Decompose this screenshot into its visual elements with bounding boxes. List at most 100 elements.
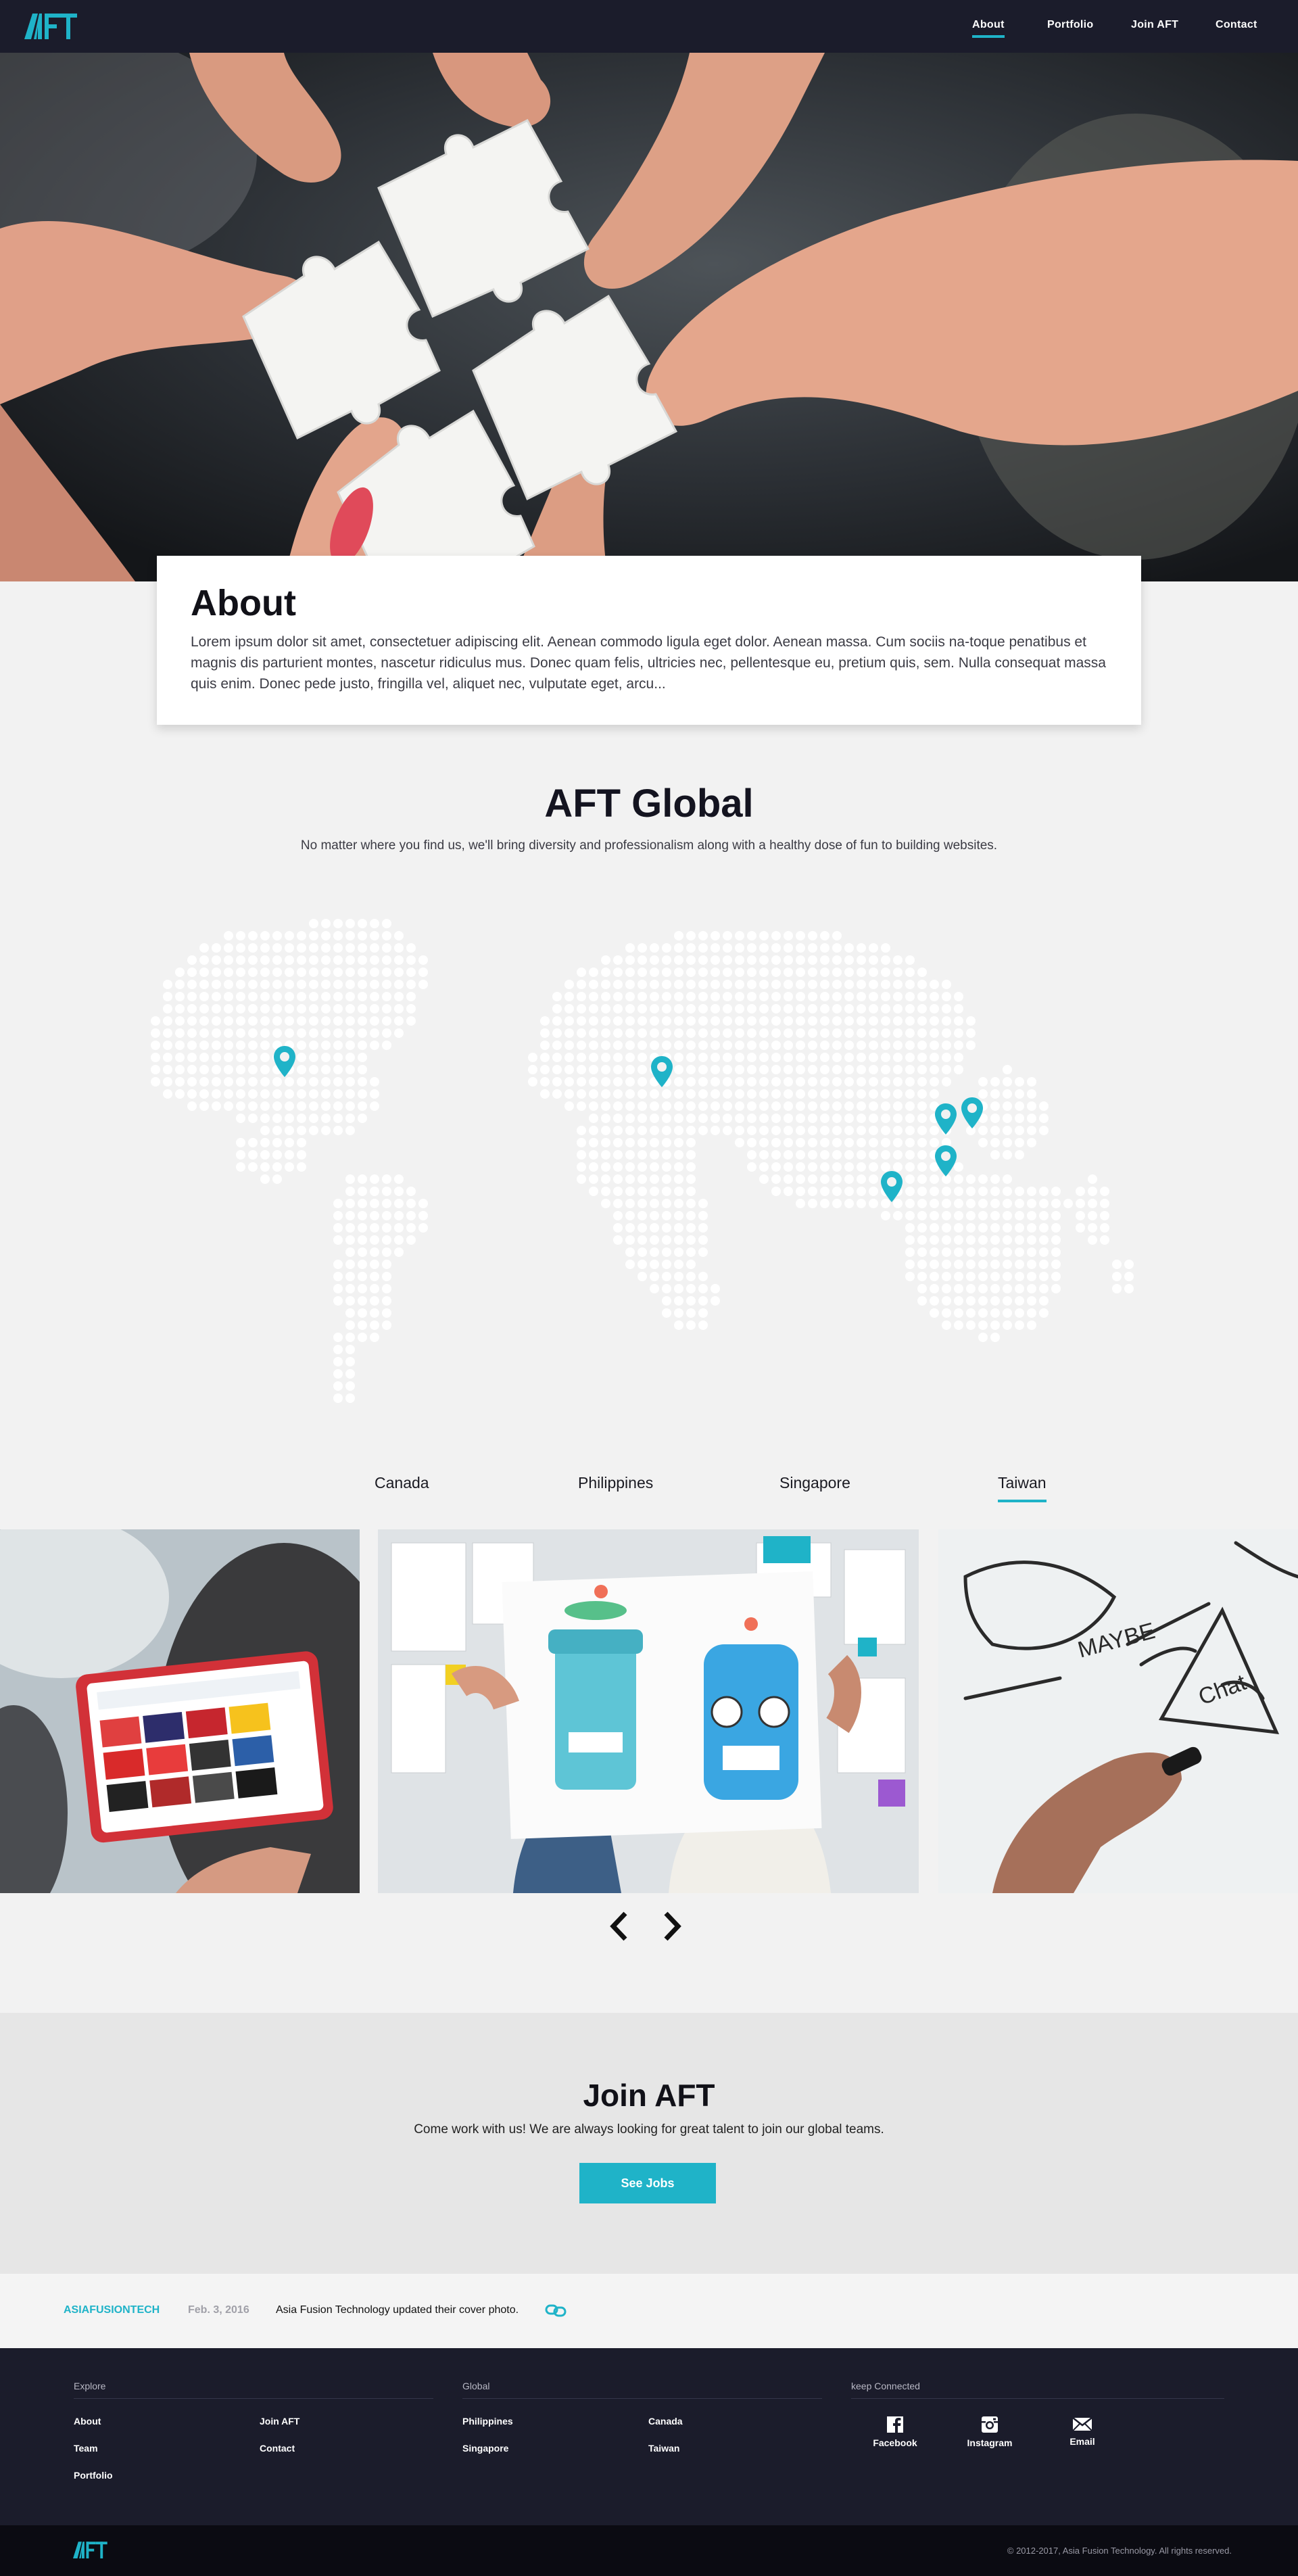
map-dot	[771, 1101, 781, 1111]
carousel-next-arrow-icon[interactable]	[659, 1911, 683, 1942]
nav-contact[interactable]: Contact	[1216, 19, 1257, 31]
map-dot	[199, 1016, 209, 1026]
map-dot	[1027, 1089, 1036, 1099]
aft-logo-footer[interactable]	[73, 2539, 108, 2560]
map-dot	[564, 1041, 574, 1050]
map-dot	[662, 1114, 671, 1123]
map-dot	[199, 955, 209, 965]
carousel-prev-arrow-icon[interactable]	[608, 1911, 632, 1942]
footer-link-contact[interactable]: Contact	[260, 2443, 295, 2454]
nav-portfolio[interactable]: Portfolio	[1047, 19, 1093, 31]
map-dot	[917, 1065, 927, 1074]
gallery-photo-whiteboard[interactable]: MAYBE Chat	[938, 1529, 1298, 1893]
map-dot	[881, 1150, 890, 1160]
map-dot	[857, 955, 866, 965]
location-pin-icon-singapore[interactable]	[880, 1170, 904, 1203]
map-dot	[358, 1041, 367, 1050]
see-jobs-button[interactable]: See Jobs	[579, 2163, 716, 2203]
map-dot	[990, 1308, 1000, 1318]
map-dot	[333, 1284, 343, 1293]
map-dot	[382, 992, 391, 1001]
map-dot	[674, 1199, 683, 1208]
social-facebook[interactable]: Facebook	[865, 2416, 926, 2448]
map-dot	[978, 1247, 988, 1257]
map-dot	[990, 1138, 1000, 1147]
map-dot	[650, 1126, 659, 1135]
map-dot	[187, 1041, 197, 1050]
footer-link-about[interactable]: About	[74, 2416, 101, 2427]
footer-link-singapore[interactable]: Singapore	[462, 2443, 508, 2454]
nav-join-aft[interactable]: Join AFT	[1131, 19, 1178, 31]
map-dot	[759, 1077, 769, 1087]
map-dot	[917, 968, 927, 977]
map-dot	[394, 1016, 404, 1026]
map-dot	[1027, 1077, 1036, 1087]
map-dot	[625, 1260, 635, 1269]
map-dot	[869, 1016, 878, 1026]
map-dot	[358, 1187, 367, 1196]
link-icon[interactable]	[545, 2303, 567, 2318]
gallery-photo-robot-masks[interactable]	[378, 1529, 919, 1893]
tab-taiwan[interactable]: Taiwan	[998, 1474, 1047, 1502]
map-dot	[759, 1016, 769, 1026]
footer-link-join-aft[interactable]: Join AFT	[260, 2416, 299, 2427]
location-pin-icon-tokyo[interactable]	[960, 1096, 984, 1130]
social-instagram[interactable]: Instagram	[959, 2416, 1020, 2448]
tab-singapore[interactable]: Singapore	[779, 1474, 850, 1492]
footer-link-team[interactable]: Team	[74, 2443, 98, 2454]
footer-link-philippines[interactable]: Philippines	[462, 2416, 513, 2427]
nav-about[interactable]: About	[972, 19, 1005, 38]
map-dot	[199, 1089, 209, 1099]
map-dot	[260, 980, 270, 989]
location-pin-icon-vancouver[interactable]	[272, 1045, 297, 1078]
map-dot	[333, 1028, 343, 1038]
map-dot	[698, 1284, 708, 1293]
map-dot	[747, 1150, 756, 1160]
map-dot	[638, 1114, 647, 1123]
map-dot	[394, 1235, 404, 1245]
map-dot	[674, 1187, 683, 1196]
location-pin-icon-taiwan[interactable]	[934, 1144, 958, 1178]
tab-philippines[interactable]: Philippines	[578, 1474, 653, 1492]
map-dot	[844, 1187, 854, 1196]
location-pin-icon-shanghai[interactable]	[934, 1102, 958, 1136]
map-dot	[224, 1101, 233, 1111]
map-dot	[698, 1235, 708, 1245]
footer-link-portfolio[interactable]: Portfolio	[74, 2470, 113, 2481]
aft-logo[interactable]	[24, 11, 78, 41]
map-dot	[662, 1199, 671, 1208]
footer-link-taiwan[interactable]: Taiwan	[648, 2443, 679, 2454]
map-dot	[285, 992, 294, 1001]
map-dot	[990, 1187, 1000, 1196]
feed-handle-link[interactable]: ASIAFUSIONTECH	[64, 2304, 160, 2316]
map-dot	[905, 1126, 915, 1135]
map-dot	[698, 955, 708, 965]
map-dot	[601, 1028, 610, 1038]
map-dot	[1100, 1211, 1109, 1220]
tab-canada[interactable]: Canada	[375, 1474, 429, 1492]
map-dot	[333, 1272, 343, 1281]
map-dot	[857, 992, 866, 1001]
map-dot	[309, 968, 318, 977]
map-dot	[686, 1199, 696, 1208]
map-dot	[175, 1041, 185, 1050]
location-pin-icon-europe[interactable]	[650, 1055, 674, 1089]
map-dot	[345, 1041, 355, 1050]
map-dot	[832, 1028, 842, 1038]
gallery-photo-tablet[interactable]	[0, 1529, 360, 1893]
footer-link-canada[interactable]: Canada	[648, 2416, 683, 2427]
map-dot	[978, 1199, 988, 1208]
map-dot	[589, 1041, 598, 1050]
map-dot	[723, 955, 732, 965]
map-dot	[625, 1235, 635, 1245]
map-dot	[309, 1089, 318, 1099]
map-dot	[601, 1114, 610, 1123]
map-dot	[917, 980, 927, 989]
social-email[interactable]: Email	[1052, 2416, 1113, 2447]
map-dot	[345, 1393, 355, 1403]
map-dot	[1015, 1077, 1024, 1087]
map-dot	[832, 943, 842, 953]
map-dot	[747, 1089, 756, 1099]
map-dot	[382, 1199, 391, 1208]
map-dot	[698, 968, 708, 977]
